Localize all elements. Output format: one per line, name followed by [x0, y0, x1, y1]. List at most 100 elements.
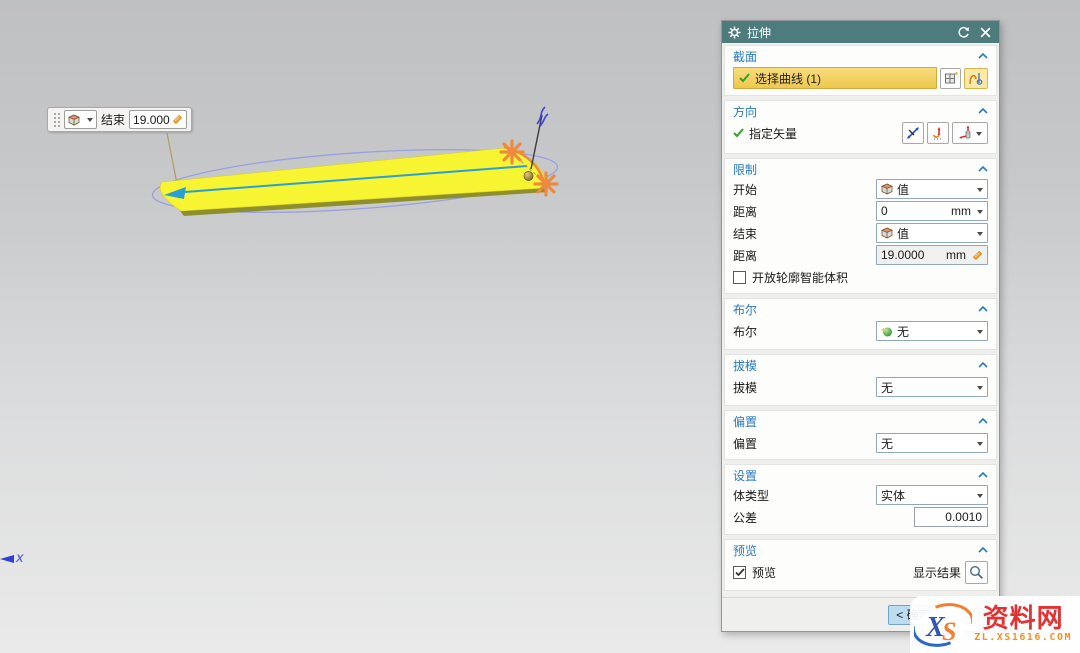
inferred-vector-button[interactable]	[927, 122, 949, 144]
chevron-up-icon[interactable]	[978, 306, 988, 312]
two-point-vector-button[interactable]	[902, 122, 924, 144]
watermark-site-name: 资料网	[983, 605, 1064, 631]
watermark-logo: X S	[914, 599, 972, 649]
group-title: 限制	[733, 161, 978, 178]
group-preview-header[interactable]: 预览	[725, 541, 996, 559]
watermark: X S 资料网 ZL.XS1616.COM	[910, 596, 1080, 653]
group-title: 拔模	[733, 357, 978, 374]
select-curve-row[interactable]: 选择曲线 (1)	[733, 67, 937, 89]
curve-rule-button[interactable]	[964, 68, 988, 89]
chevron-up-icon[interactable]	[978, 547, 988, 553]
axis-vector-icon	[958, 125, 974, 141]
watermark-logo-s: S	[942, 617, 956, 646]
group-direction: 方向 指定矢量	[724, 100, 997, 154]
close-button[interactable]	[977, 24, 993, 40]
group-title: 布尔	[733, 301, 978, 318]
caret-down-icon	[977, 232, 983, 239]
caret-down-icon	[977, 330, 983, 337]
group-limits-header[interactable]: 限制	[725, 160, 996, 178]
start-distance-field[interactable]: 0 mm	[876, 201, 988, 221]
start-mode-dropdown[interactable]: 值	[876, 179, 988, 199]
group-boolean: 布尔 布尔 无	[724, 298, 997, 350]
group-title: 预览	[733, 542, 978, 559]
open-profile-label: 开放轮廓智能体积	[752, 269, 848, 286]
end-distance-input[interactable]: 19.000	[129, 110, 187, 129]
open-profile-checkbox[interactable]	[733, 271, 746, 284]
dialog-body: 截面 选择曲线 (1)	[722, 43, 999, 597]
group-settings-header[interactable]: 设置	[725, 466, 996, 484]
group-boolean-header[interactable]: 布尔	[725, 300, 996, 318]
group-section-header[interactable]: 截面	[725, 47, 996, 65]
sphere-icon	[881, 325, 893, 337]
body-type-dropdown[interactable]: 实体	[876, 485, 988, 505]
x-axis-arrow-icon	[0, 553, 15, 565]
end-distance-field[interactable]: 19.0000 mm	[876, 245, 988, 265]
preview-label: 预览	[752, 564, 776, 581]
vector-dialog-button[interactable]	[952, 122, 988, 144]
chevron-up-icon[interactable]	[978, 108, 988, 114]
formula-icon[interactable]	[972, 250, 983, 261]
close-icon	[980, 27, 991, 38]
chevron-up-icon[interactable]	[978, 362, 988, 368]
distance-mini-toolbar[interactable]: 结束 19.000	[47, 107, 192, 132]
body-type-label: 体类型	[733, 487, 769, 504]
offset-label: 偏置	[733, 435, 757, 452]
caret-down-icon[interactable]	[976, 132, 982, 139]
caret-down-icon	[87, 118, 93, 125]
coordinate-axis-x: X	[0, 553, 23, 565]
star-handle-icon[interactable]	[535, 173, 557, 195]
tolerance-input[interactable]: 0.0010	[914, 507, 988, 527]
drag-grip-icon[interactable]	[52, 111, 60, 128]
chevron-up-icon[interactable]	[978, 53, 988, 59]
group-preview: 预览 预览 显示结果	[724, 539, 997, 591]
dialog-titlebar[interactable]: 拉伸	[722, 21, 999, 43]
show-result-label: 显示结果	[913, 564, 961, 581]
sketch-section-button[interactable]	[940, 68, 961, 89]
sphere-drag-handle[interactable]	[524, 171, 533, 180]
draft-label: 拔模	[733, 379, 757, 396]
vector-needle[interactable]	[531, 115, 542, 169]
check-icon	[733, 128, 744, 138]
boolean-dropdown[interactable]: 无	[876, 321, 988, 341]
start-mode-value: 值	[897, 181, 973, 198]
formula-icon[interactable]	[172, 114, 183, 125]
end-label: 结束	[733, 225, 757, 242]
chevron-up-icon[interactable]	[978, 166, 988, 172]
caret-down-icon	[977, 386, 983, 393]
group-limits: 限制 开始 值	[724, 158, 997, 294]
limit-mode-dropdown[interactable]	[64, 110, 97, 129]
draft-dropdown[interactable]: 无	[876, 377, 988, 397]
inferred-vector-icon	[931, 126, 945, 140]
star-handle-icon[interactable]	[501, 141, 523, 163]
group-offset: 偏置 偏置 无	[724, 410, 997, 460]
end-mode-value: 值	[897, 225, 973, 242]
caret-down-icon	[977, 210, 983, 217]
group-draft-header[interactable]: 拔模	[725, 356, 996, 374]
group-draft: 拔模 拔模 无	[724, 354, 997, 406]
boolean-label: 布尔	[733, 323, 757, 340]
preview-checkbox[interactable]	[733, 566, 746, 579]
chevron-up-icon[interactable]	[978, 472, 988, 478]
group-offset-header[interactable]: 偏置	[725, 412, 996, 430]
end-mode-dropdown[interactable]: 值	[876, 223, 988, 243]
end-distance-unit: mm	[946, 248, 966, 262]
mini-toolbar-label: 结束	[101, 111, 125, 128]
chevron-up-icon[interactable]	[978, 418, 988, 424]
vector-tip-glyph	[537, 107, 548, 126]
caret-down-icon	[977, 494, 983, 501]
end-distance-value: 19.000	[133, 113, 170, 127]
reset-button[interactable]	[955, 24, 971, 40]
start-distance-value: 0	[881, 204, 947, 218]
tolerance-value: 0.0010	[945, 510, 982, 524]
group-settings: 设置 体类型 实体 公差 0.0010	[724, 464, 997, 535]
show-result-button[interactable]	[965, 561, 988, 584]
magnifier-icon	[969, 565, 984, 580]
check-icon	[739, 73, 750, 83]
application-window: X 结束 19.000	[0, 0, 1080, 653]
end-distance-value: 19.0000	[881, 248, 942, 262]
group-direction-header[interactable]: 方向	[725, 102, 996, 120]
cube-icon	[881, 227, 893, 239]
caret-down-icon	[977, 188, 983, 195]
offset-dropdown[interactable]: 无	[876, 433, 988, 453]
cube-icon	[68, 114, 80, 126]
